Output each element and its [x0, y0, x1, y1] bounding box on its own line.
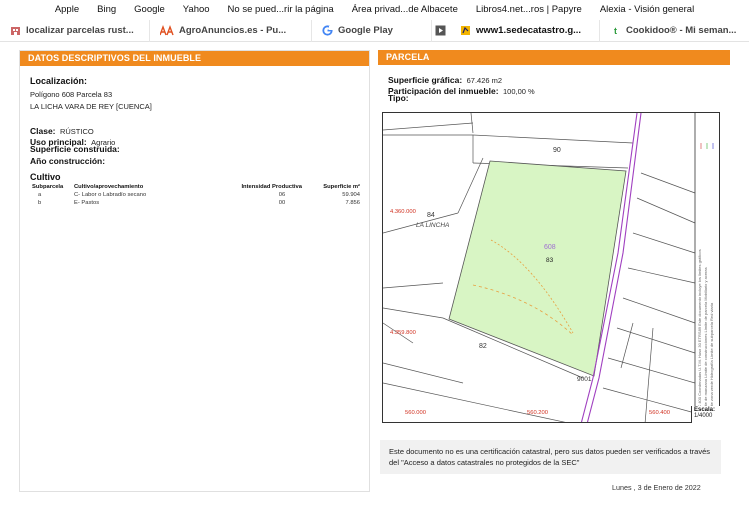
- building-icon: [10, 25, 21, 36]
- fav-libros4[interactable]: Libros4.net...ros | Papyre: [467, 4, 591, 15]
- map-label-parcela: 83: [546, 257, 554, 264]
- bookmark-sedecatastro[interactable]: www1.sedecatastro.g...: [450, 19, 600, 42]
- datos-descriptivos-panel: DATOS DESCRIPTIVOS DEL INMUEBLE Localiza…: [19, 50, 370, 492]
- cookidoo-icon: t: [614, 25, 617, 36]
- coord-x-label: 560.400: [649, 410, 670, 416]
- cadastral-map[interactable]: SEC 400 Coordenadas U.T.M. Huso 30 ETRS8…: [382, 112, 720, 423]
- disclaimer-notice: Este documento no es una certificación c…: [380, 440, 721, 474]
- fav-bing[interactable]: Bing: [88, 4, 125, 15]
- table-row: a C- Labor o Labradío secano 06 59.904: [30, 191, 362, 199]
- cell-intensidad: 00: [278, 200, 286, 206]
- bookmark-localizar[interactable]: localizar parcelas rust...: [0, 19, 150, 42]
- col-intensidad: Intensidad Productiva: [241, 184, 302, 190]
- bookmark-label: Cookidoo® - Mi seman...: [626, 25, 737, 36]
- superficie-construida-label: Superficie construida:: [30, 144, 120, 154]
- fav-apple[interactable]: Apple: [46, 4, 88, 15]
- agroanuncios-icon: [160, 25, 174, 36]
- map-label-paraje: LA LINCHA: [416, 222, 450, 229]
- tipo-label: Tipo:: [388, 93, 409, 103]
- table-row: b E- Pastos 00 7.856: [30, 199, 362, 207]
- bookmarks-bar: localizar parcelas rust... AgroAnuncios.…: [0, 19, 749, 42]
- address-line2: LA LICHA VARA DE REY [CUENCA]: [30, 102, 152, 111]
- coord-y-label: 4.360.000: [390, 209, 416, 215]
- map-label-90: 90: [553, 147, 561, 154]
- bookmark-label: www1.sedecatastro.g...: [476, 25, 582, 36]
- cell-intensidad: 06: [278, 192, 286, 198]
- cultivo-label: Cultivo: [30, 172, 61, 182]
- bookmark-google-play[interactable]: Google Play: [312, 19, 432, 42]
- col-subparcela: Subparcela: [32, 184, 64, 190]
- coord-x-label: 560.200: [527, 410, 548, 416]
- map-label-poligono: 608: [544, 244, 556, 251]
- col-superficie: Superficie m²: [323, 184, 360, 190]
- panel-title: PARCELA: [378, 50, 730, 65]
- bookmark-label: Google Play: [338, 25, 393, 36]
- table-header-row: Subparcela Cultivo/aprovechamiento Inten…: [30, 183, 362, 191]
- cell-cultivo: E- Pastos: [74, 200, 100, 206]
- favorites-bar: Apple Bing Google Yahoo No se pued...rir…: [0, 0, 749, 18]
- map-label-9001: 9001: [577, 376, 592, 383]
- bookmark-label: AgroAnuncios.es - Pu...: [179, 25, 287, 36]
- participacion-value: 100,00 %: [502, 87, 535, 96]
- scale-box: Escala: 1/4000: [691, 406, 720, 423]
- svg-text:SEC 400 Coordenadas U.T.M. Hus: SEC 400 Coordenadas U.T.M. Huso 30 ETRS8…: [697, 249, 702, 413]
- cell-superficie: 7.856: [345, 200, 360, 206]
- bookmark-label: localizar parcelas rust...: [26, 25, 134, 36]
- coord-y-label: 4.359.800: [390, 330, 416, 336]
- map-drawing: SEC 400 Coordenadas U.T.M. Huso 30 ETRS8…: [383, 113, 714, 422]
- document-date: Lunes , 3 de Enero de 2022: [612, 483, 701, 492]
- play-icon: [435, 25, 446, 36]
- bookmark-cookidoo[interactable]: t Cookidoo® - Mi seman...: [600, 20, 749, 42]
- cell-superficie: 59.904: [342, 192, 360, 198]
- localizacion-label: Localización:: [30, 76, 88, 86]
- cell-cultivo: C- Labor o Labradío secano: [74, 192, 147, 198]
- svg-text:Límite zona verde Hidrografí: Límite zona verde Hidrografía Límite de …: [709, 302, 714, 413]
- scale-value: 1/4000: [694, 413, 713, 419]
- map-label-84: 84: [427, 212, 435, 219]
- fav-alexia[interactable]: Alexia - Visión general: [591, 4, 703, 15]
- bookmark-agroanuncios[interactable]: AgroAnuncios.es - Pu...: [150, 19, 312, 42]
- coord-x-label: 560.000: [405, 410, 426, 416]
- bookmark-play[interactable]: [432, 20, 450, 42]
- fav-no-se-pued[interactable]: No se pued...rir la página: [219, 4, 343, 15]
- panel-title: DATOS DESCRIPTIVOS DEL INMUEBLE: [20, 51, 369, 66]
- fav-yahoo[interactable]: Yahoo: [174, 4, 219, 15]
- cell-subparcela: a: [38, 192, 42, 198]
- participacion-row: Participación del inmueble: 100,00 %: [388, 81, 535, 99]
- anio-construccion-label: Año construcción:: [30, 156, 106, 166]
- google-icon: [322, 25, 333, 36]
- address-line1: Polígono 608 Parcela 83: [30, 90, 113, 99]
- svg-text:Límite de manzana Límite de: Límite de manzana Límite de construccion…: [703, 267, 708, 413]
- catastro-icon: [460, 25, 471, 36]
- col-cultivo: Cultivo/aprovechamiento: [74, 184, 144, 190]
- fav-area-privada[interactable]: Área privad...de Albacete: [343, 4, 467, 15]
- map-label-82: 82: [479, 343, 487, 350]
- fav-google[interactable]: Google: [125, 4, 174, 15]
- cell-subparcela: b: [38, 200, 42, 206]
- cultivo-table: Subparcela Cultivo/aprovechamiento Inten…: [30, 183, 362, 207]
